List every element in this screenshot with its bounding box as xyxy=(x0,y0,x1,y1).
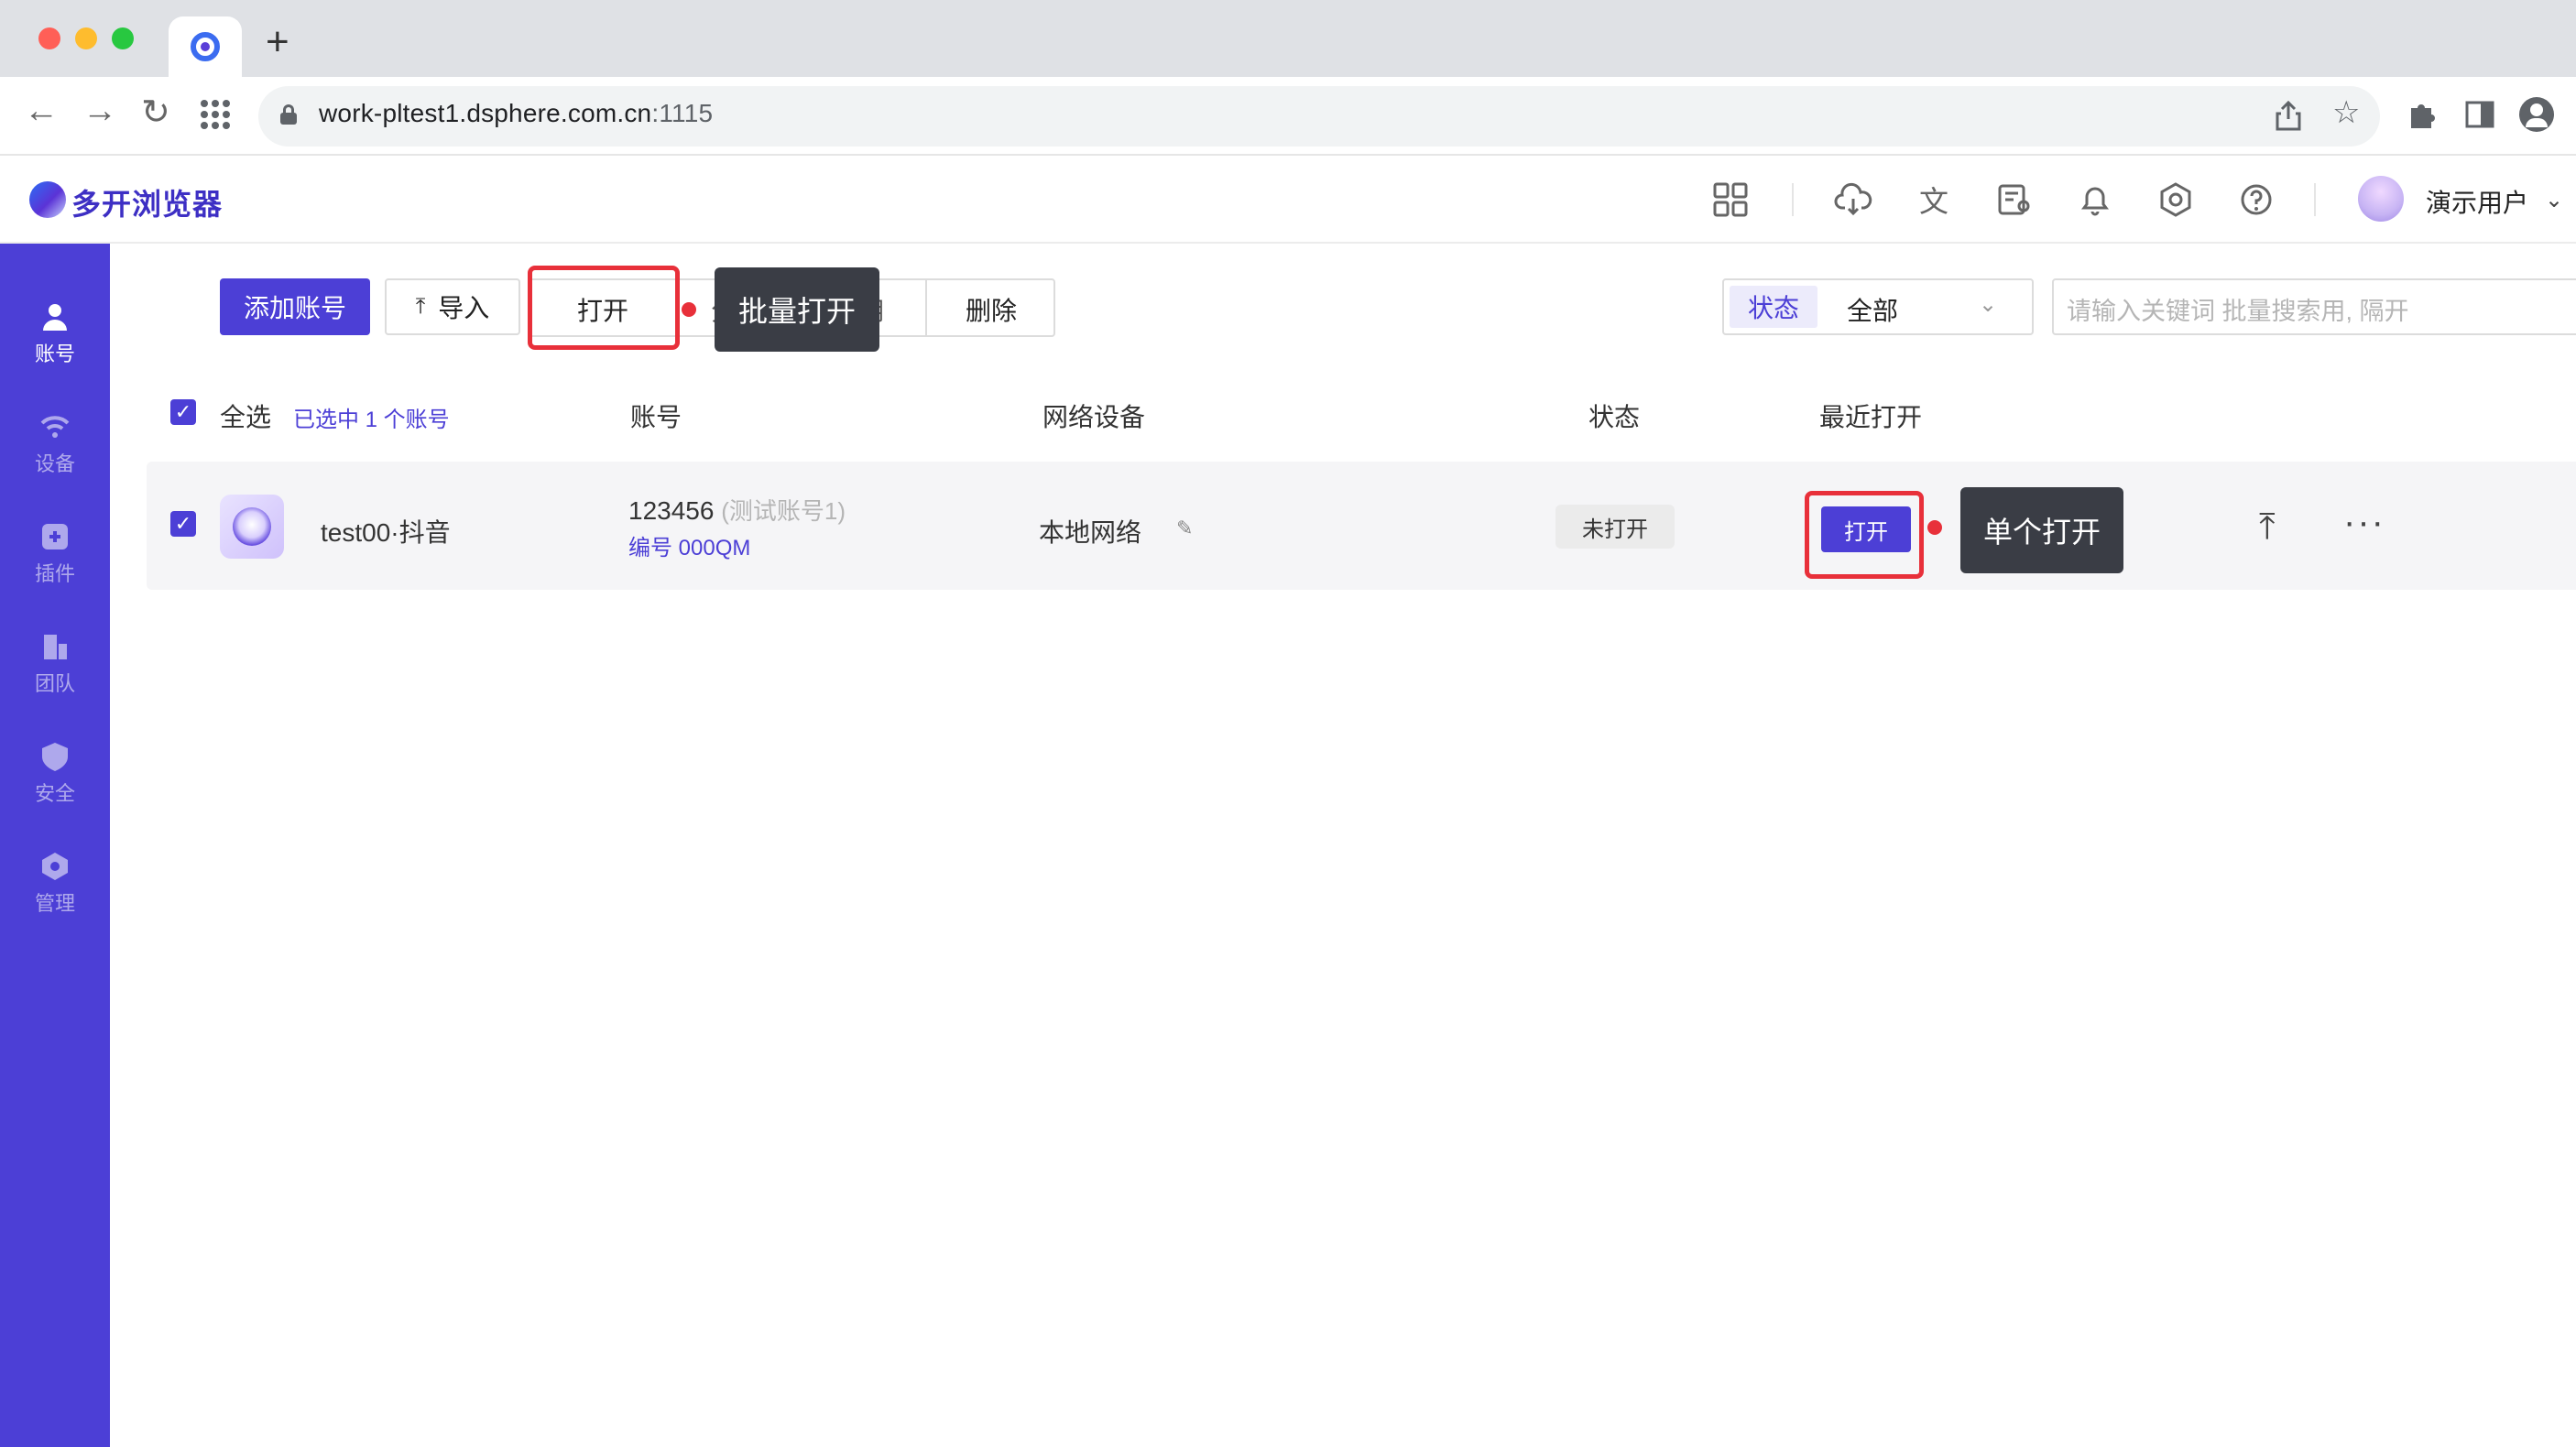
more-options-icon[interactable]: ··· xyxy=(2343,504,2385,540)
logo-icon xyxy=(29,181,66,218)
table-row[interactable] xyxy=(147,462,2576,590)
pin-to-top-icon[interactable]: ⤒ xyxy=(2259,508,2276,545)
sidebar-item-label: 插件 xyxy=(34,562,75,585)
plugin-icon xyxy=(42,524,68,549)
header-divider xyxy=(1792,183,1794,216)
single-open-highlight xyxy=(1805,491,1924,579)
side-panel-icon[interactable] xyxy=(2464,99,2495,130)
callout-dot xyxy=(1927,520,1942,535)
shield-icon xyxy=(42,743,68,771)
help-icon[interactable] xyxy=(2237,180,2276,219)
column-header-last-opened: 最近打开 xyxy=(1819,403,1923,431)
status-filter-label: 状态 xyxy=(1730,286,1817,328)
select-all-label[interactable]: 全选 xyxy=(220,397,271,434)
cloud-download-icon[interactable] xyxy=(1834,180,1872,219)
apps-grid-icon[interactable] xyxy=(200,99,231,130)
douyin-logo-icon xyxy=(233,507,271,546)
sidebar-item-label: 账号 xyxy=(34,343,75,365)
import-label: 导入 xyxy=(438,294,490,322)
network-device: 本地网络 xyxy=(1039,518,1142,547)
app-logo-text: 多开浏览器 xyxy=(71,188,224,221)
hexagon-icon xyxy=(42,853,68,880)
column-header-account: 账号 xyxy=(630,403,682,431)
reload-icon[interactable]: ↻ xyxy=(141,95,170,130)
chevron-down-icon[interactable]: ⌄ xyxy=(1979,291,1997,318)
column-header-status: 状态 xyxy=(1588,403,1641,431)
grid-layout-icon[interactable] xyxy=(1711,180,1750,219)
browser-tab-bar xyxy=(0,0,2576,77)
single-open-tooltip: 单个打开 xyxy=(1960,487,2123,573)
group-divider xyxy=(925,278,927,337)
user-name[interactable]: 演示用户 xyxy=(2426,183,2528,220)
sidebar-item-devices[interactable]: 设备 xyxy=(0,394,110,495)
account-number: 123456 (测试账号1) xyxy=(628,496,846,525)
minimize-window-button[interactable] xyxy=(75,27,97,49)
sidebar-item-team[interactable]: 团队 xyxy=(0,614,110,714)
selection-count: 已选中 1 个账号 xyxy=(293,408,450,432)
sidebar-item-label: 安全 xyxy=(34,782,75,805)
bookmark-star-icon[interactable]: ☆ xyxy=(2332,97,2360,128)
sidebar: 账号 设备 插件 团队 安全 管理 xyxy=(0,244,110,1447)
header-divider xyxy=(2314,183,2316,216)
close-window-button[interactable] xyxy=(38,27,60,49)
bell-icon[interactable] xyxy=(2076,180,2114,219)
callout-dot xyxy=(682,302,696,317)
edit-icon[interactable]: ✎ xyxy=(1176,517,1193,540)
user-icon xyxy=(43,304,67,331)
sidebar-item-plugins[interactable]: 插件 xyxy=(0,504,110,604)
select-all-checkbox[interactable]: ✓ xyxy=(170,399,196,425)
lock-icon xyxy=(280,104,297,125)
sidebar-item-label: 管理 xyxy=(34,892,75,915)
import-button[interactable]: ⤒ 导入 xyxy=(385,278,520,335)
delete-button[interactable]: 删除 xyxy=(966,291,1017,328)
forward-arrow-icon[interactable]: → xyxy=(82,93,117,128)
contact-card-icon[interactable] xyxy=(1995,180,2034,219)
wifi-icon xyxy=(40,416,70,438)
sidebar-item-accounts[interactable]: 账号 xyxy=(0,284,110,385)
batch-open-tooltip: 批量打开 xyxy=(715,267,879,352)
account-avatar xyxy=(220,495,284,559)
user-avatar[interactable] xyxy=(2358,176,2404,222)
back-arrow-icon[interactable]: ← xyxy=(24,93,59,128)
chevron-down-icon[interactable]: ⌄ xyxy=(2545,187,2563,213)
sidebar-item-security[interactable]: 安全 xyxy=(0,724,110,824)
app-window: + ← → ↻ work-pltest1.dsphere.com.cn:1115… xyxy=(0,0,2576,1447)
row-checkbox[interactable]: ✓ xyxy=(170,511,196,537)
settings-gear-icon[interactable] xyxy=(2156,180,2195,219)
sidebar-item-label: 团队 xyxy=(34,672,75,695)
upload-icon: ⤒ xyxy=(415,294,426,319)
search-placeholder: 请输入关键词 批量搜索用, 隔开 xyxy=(2067,298,2409,325)
sidebar-item-management[interactable]: 管理 xyxy=(0,833,110,934)
sidebar-item-label: 设备 xyxy=(34,452,75,475)
status-badge: 未打开 xyxy=(1555,505,1675,549)
batch-open-highlight xyxy=(528,266,680,350)
favicon-icon xyxy=(191,32,220,61)
new-tab-button[interactable]: + xyxy=(266,22,289,62)
extensions-icon[interactable] xyxy=(2406,99,2437,130)
building-icon xyxy=(44,635,67,659)
account-name: test00·抖音 xyxy=(321,518,451,547)
url-text[interactable]: work-pltest1.dsphere.com.cn:1115 xyxy=(319,99,713,128)
share-icon[interactable] xyxy=(2274,99,2303,132)
column-header-network: 网络设备 xyxy=(1042,403,1146,431)
add-account-button[interactable]: 添加账号 xyxy=(220,278,370,335)
status-filter-value[interactable]: 全部 xyxy=(1847,291,1898,328)
browser-tab[interactable] xyxy=(169,16,242,77)
maximize-window-button[interactable] xyxy=(112,27,134,49)
translate-icon[interactable]: 文 xyxy=(1915,180,1953,219)
browser-profile-icon[interactable] xyxy=(2519,97,2554,132)
account-serial: 编号 000QM xyxy=(628,536,751,560)
